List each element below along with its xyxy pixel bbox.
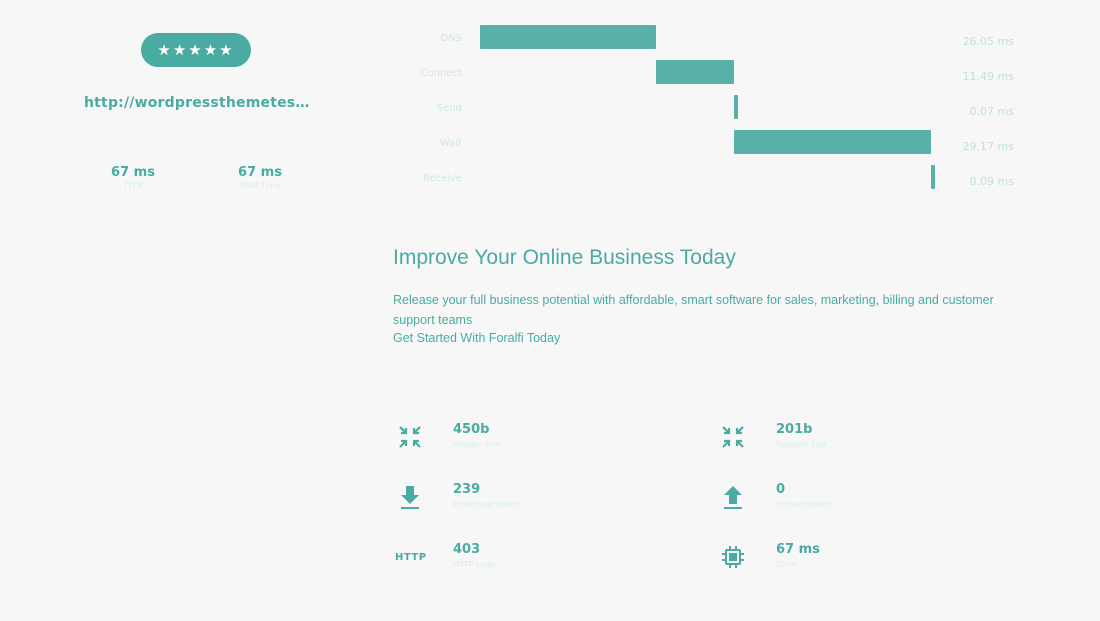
- timing-row-wait: Wait 29.17 ms: [380, 130, 1020, 160]
- ttfb-label: TTFB: [123, 181, 143, 190]
- total-time-value: 67 ms: [238, 165, 282, 180]
- timing-label: DNS: [440, 33, 462, 44]
- stat-upload-speed: 0 Upload speed: [718, 480, 998, 524]
- stat-value: 201b: [776, 422, 813, 437]
- stat-http-code: HTTP 403 HTTP code: [395, 540, 675, 584]
- promo-text: Release your full business potential wit…: [393, 293, 994, 327]
- timing-value: 0.09 ms: [969, 175, 1014, 188]
- timing-value: 0.07 ms: [969, 105, 1014, 118]
- stat-request-size: 201b Request size: [718, 420, 998, 464]
- stat-download-speed: 239 Download speed: [395, 480, 675, 524]
- total-time-metric: 67 ms Total Time: [220, 165, 300, 190]
- stat-label: Download speed: [453, 500, 520, 509]
- stat-value: 0: [776, 482, 786, 497]
- stat-header-size: 450b Header size: [395, 420, 675, 464]
- timing-label: Wait: [439, 138, 462, 149]
- site-url-link[interactable]: http://wordpressthemetest.kinsta.cloud: [84, 95, 314, 111]
- timing-row-connect: Connect 11.49 ms: [380, 60, 1020, 90]
- timing-bar: [480, 25, 657, 49]
- timing-bar: [734, 130, 932, 154]
- timing-bar: [656, 60, 734, 84]
- stat-label: Time: [776, 560, 796, 569]
- stat-label: Request size: [776, 440, 827, 449]
- timing-value: 11.49 ms: [962, 70, 1014, 83]
- stat-value: 239: [453, 482, 481, 497]
- timing-value: 29.17 ms: [962, 140, 1014, 153]
- timing-label: Connect: [420, 68, 462, 79]
- rating-stars: ★★★★★: [157, 41, 235, 59]
- cpu-chip-icon: [718, 542, 748, 572]
- timing-bar: [733, 95, 738, 119]
- promo-link[interactable]: Get Started With Foralfi Today: [393, 331, 560, 345]
- timing-bar: [931, 165, 936, 189]
- http-text-icon: HTTP: [395, 551, 427, 563]
- stat-value: 450b: [453, 422, 490, 437]
- download-arrow-icon: [395, 482, 425, 512]
- stat-label: HTTP code: [453, 560, 496, 569]
- timing-label: Receive: [422, 173, 462, 184]
- stat-value: 67 ms: [776, 542, 820, 557]
- stat-label: Upload speed: [776, 500, 831, 509]
- compress-arrows-icon: [718, 422, 748, 452]
- timing-label: Send: [436, 103, 462, 114]
- rating-badge: ★★★★★: [141, 33, 251, 67]
- stat-value: 403: [453, 542, 481, 557]
- stat-label: Header size: [453, 440, 501, 449]
- ttfb-metric: 67 ms TTFB: [93, 165, 173, 190]
- timing-value: 26.05 ms: [962, 35, 1014, 48]
- stat-time: 67 ms Time: [718, 540, 998, 584]
- ttfb-value: 67 ms: [111, 165, 155, 180]
- compress-arrows-icon: [395, 422, 425, 452]
- timing-row-send: Send 0.07 ms: [380, 95, 1020, 125]
- timing-row-dns: DNS 26.05 ms: [380, 25, 1020, 55]
- promo-title: Improve Your Online Business Today: [393, 246, 736, 269]
- upload-arrow-icon: [718, 482, 748, 512]
- timing-row-receive: Receive 0.09 ms: [380, 165, 1020, 195]
- total-time-label: Total Time: [239, 181, 281, 190]
